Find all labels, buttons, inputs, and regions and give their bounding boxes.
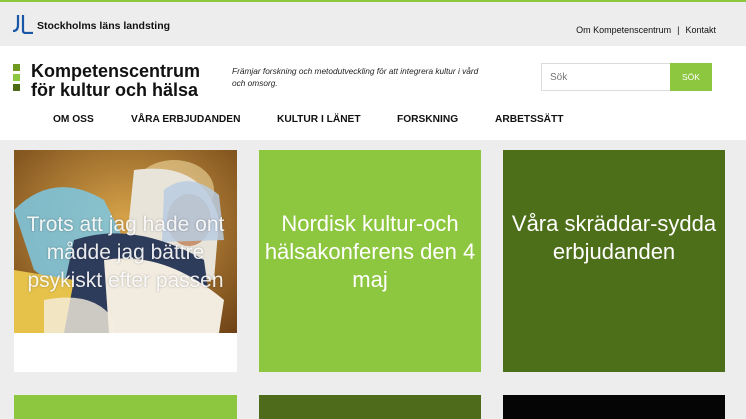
top-bar: Stockholms läns landsting Om Kompetensce…: [0, 0, 746, 46]
site-tagline: Främjar forskning och metodutveckling fö…: [232, 66, 479, 88]
search-button[interactable]: SÖK: [670, 63, 712, 91]
feature-tile-bottom-left[interactable]: [14, 395, 237, 419]
contact-link[interactable]: Kontakt: [685, 25, 716, 35]
main-nav: OM OSS VÅRA ERBJUDANDEN KULTUR I LÄNET F…: [0, 114, 746, 130]
site-title: Kompetenscentrum för kultur och hälsa: [31, 62, 200, 100]
feature-tile-bottom-right[interactable]: [503, 395, 725, 419]
link-separator: |: [677, 25, 680, 35]
search-input[interactable]: [541, 63, 671, 91]
about-link[interactable]: Om Kompetenscentrum: [576, 25, 671, 35]
nav-item-erbjudanden[interactable]: VÅRA ERBJUDANDEN: [131, 114, 240, 125]
feature-tile-conference[interactable]: Nordisk kultur-och hälsakonferens den 4 …: [259, 150, 481, 372]
nav-item-arbetssatt[interactable]: ARBETSSÄTT: [495, 114, 563, 125]
site-header: Kompetenscentrum för kultur och hälsa Fr…: [0, 46, 746, 140]
feature-tile-testimonial[interactable]: Trots att jag hade ont mådde jag bättre …: [14, 150, 237, 372]
county-logo-icon: [12, 15, 33, 34]
county-name: Stockholms läns landsting: [37, 20, 171, 32]
logo-squares-icon: [13, 64, 20, 100]
nav-item-forskning[interactable]: FORSKNING: [397, 114, 458, 125]
nav-item-om-oss[interactable]: OM OSS: [53, 114, 94, 125]
feature-tile-offerings[interactable]: Våra skräddar-sydda erbjudanden: [503, 150, 725, 372]
feature-tile-bottom-middle[interactable]: [259, 395, 481, 419]
tile-headline: Våra skräddar-sydda erbjudanden: [511, 211, 717, 264]
site-title-line1: Kompetenscentrum: [31, 61, 201, 81]
nav-item-kultur-i-lanet[interactable]: KULTUR I LÄNET: [277, 114, 361, 125]
county-logo[interactable]: Stockholms läns landsting: [12, 14, 170, 34]
site-logo[interactable]: Kompetenscentrum för kultur och hälsa: [13, 62, 200, 100]
top-links: Om Kompetenscentrum | Kontakt: [576, 25, 716, 35]
tile-headline: Trots att jag hade ont mådde jag bättre …: [26, 213, 225, 292]
tile-headline: Nordisk kultur-och hälsakonferens den 4 …: [264, 211, 476, 292]
site-title-line2: för kultur och hälsa: [31, 80, 199, 100]
